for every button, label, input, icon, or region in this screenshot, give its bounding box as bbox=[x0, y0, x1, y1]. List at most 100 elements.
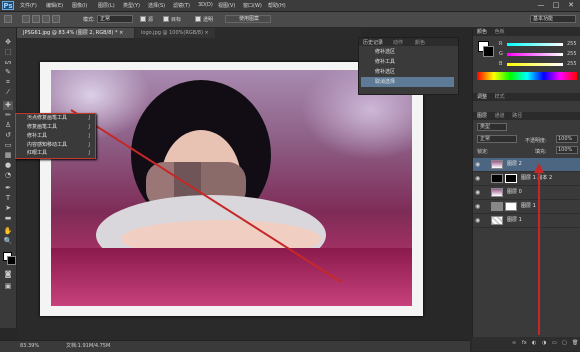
crop-tool-icon[interactable]: ⌗ bbox=[3, 78, 13, 87]
menu-layer[interactable]: 图层(L) bbox=[98, 2, 115, 9]
path-select-tool-icon[interactable]: ➤ bbox=[3, 204, 13, 213]
tab-channels[interactable]: 通道 bbox=[489, 113, 505, 119]
brush-tool-icon[interactable]: ✏ bbox=[3, 111, 13, 120]
history-item[interactable]: 修补工具 bbox=[361, 57, 454, 67]
layer-name[interactable]: 图层 2 bbox=[507, 158, 522, 171]
zoom-tool-icon[interactable]: 🔍 bbox=[3, 237, 13, 246]
visibility-eye-icon[interactable]: ◉ bbox=[475, 175, 482, 182]
visibility-eye-icon[interactable]: ◉ bbox=[475, 203, 482, 210]
history-item-selected[interactable]: 取消选择 bbox=[361, 77, 454, 87]
subtract-selection-icon[interactable] bbox=[42, 15, 50, 23]
tab-logo-document[interactable]: logo.jpg @ 100%(RGB/8) × bbox=[135, 28, 215, 38]
spot-healing-brush-item[interactable]: 污点修复画笔工具 J bbox=[19, 114, 93, 123]
clone-stamp-tool-icon[interactable]: ♙ bbox=[3, 121, 13, 130]
minimize-button[interactable]: — bbox=[534, 1, 548, 9]
gradient-tool-icon[interactable]: ▦ bbox=[3, 151, 13, 160]
menu-view[interactable]: 视图(V) bbox=[218, 2, 235, 9]
menu-file[interactable]: 文件(F) bbox=[20, 2, 37, 9]
visibility-eye-icon[interactable]: ◉ bbox=[475, 217, 482, 224]
tab-layers[interactable]: 图层 bbox=[473, 113, 487, 119]
tab-active-document[interactable]: JPSG61.jpg @ 83.4% (图层 2, RGB/8) * × bbox=[17, 28, 134, 38]
patch-tool-item[interactable]: 修补工具 J bbox=[19, 132, 93, 141]
menu-help[interactable]: 帮助(H) bbox=[268, 2, 286, 9]
menu-filter[interactable]: 滤镜(T) bbox=[173, 2, 190, 9]
screen-mode-icon[interactable]: ▣ bbox=[3, 282, 13, 291]
dest-radio[interactable] bbox=[163, 16, 169, 22]
shape-tool-icon[interactable]: ▬ bbox=[3, 214, 13, 223]
channel-g-slider[interactable] bbox=[507, 53, 563, 56]
layer-row[interactable]: ◉ 图层 1 bbox=[473, 214, 580, 228]
menu-select[interactable]: 选择(S) bbox=[148, 2, 165, 9]
channel-b-value[interactable]: 255 bbox=[567, 61, 577, 67]
photo-image[interactable] bbox=[51, 70, 412, 306]
menu-edit[interactable]: 编辑(E) bbox=[46, 2, 63, 9]
history-brush-tool-icon[interactable]: ↺ bbox=[3, 131, 13, 140]
history-item[interactable]: 修补选区 bbox=[361, 47, 454, 57]
hand-tool-icon[interactable]: ✋ bbox=[3, 227, 13, 236]
intersect-selection-icon[interactable] bbox=[52, 15, 60, 23]
folder-icon[interactable]: ▭ bbox=[552, 340, 557, 346]
color-spectrum-bar[interactable] bbox=[477, 72, 577, 80]
move-tool-icon[interactable]: ✥ bbox=[3, 38, 13, 47]
channel-r-value[interactable]: 255 bbox=[567, 41, 577, 47]
menu-type[interactable]: 类型(Y) bbox=[123, 2, 140, 9]
source-radio[interactable] bbox=[140, 16, 146, 22]
link-icon[interactable]: ∞ bbox=[512, 340, 516, 346]
tab-actions[interactable]: 动作 bbox=[393, 39, 403, 46]
use-pattern-button[interactable]: 使用图案 bbox=[225, 15, 271, 23]
blend-mode-select[interactable]: 正常 bbox=[477, 135, 517, 143]
dodge-tool-icon[interactable]: ◔ bbox=[3, 171, 13, 180]
adjustment-icon[interactable]: ◑ bbox=[542, 340, 546, 346]
layer-filter-select[interactable]: 类型 bbox=[477, 123, 507, 131]
layer-row-selected[interactable]: ◉ 图层 2 bbox=[473, 158, 580, 172]
tool-preset-icon[interactable] bbox=[4, 15, 12, 23]
layer-row[interactable]: ◉ 图层 1 bbox=[473, 200, 580, 214]
type-tool-icon[interactable]: T bbox=[3, 194, 13, 203]
red-eye-item[interactable]: 红眼工具 J bbox=[19, 149, 93, 158]
add-selection-icon[interactable] bbox=[32, 15, 40, 23]
quick-select-tool-icon[interactable]: ✎ bbox=[3, 68, 13, 77]
visibility-eye-icon[interactable]: ◉ bbox=[475, 161, 482, 168]
close-button[interactable]: ✕ bbox=[564, 1, 578, 9]
zoom-level[interactable]: 83.39% bbox=[20, 341, 39, 352]
transparent-checkbox[interactable] bbox=[195, 16, 201, 22]
maximize-button[interactable]: □ bbox=[549, 1, 563, 9]
workspace-select[interactable]: 基本功能 bbox=[530, 15, 576, 23]
eraser-tool-icon[interactable]: ▭ bbox=[3, 141, 13, 150]
tab-swatches[interactable]: 色板 bbox=[489, 29, 505, 35]
channel-b-slider[interactable] bbox=[507, 63, 563, 66]
healing-brush-tool-icon[interactable]: ✚ bbox=[3, 101, 13, 110]
opacity-input[interactable]: 100% bbox=[556, 135, 578, 143]
mode-select[interactable]: 正常 bbox=[97, 15, 133, 23]
layer-row[interactable]: ◉ 图层 0 bbox=[473, 186, 580, 200]
menu-window[interactable]: 窗口(W) bbox=[243, 2, 262, 9]
tab-history[interactable]: 历史记录 bbox=[363, 39, 383, 46]
channel-r-slider[interactable] bbox=[507, 43, 563, 46]
fill-input[interactable]: 100% bbox=[556, 146, 578, 154]
fx-icon[interactable]: fx bbox=[522, 340, 527, 346]
tab-adjustments[interactable]: 调整 bbox=[473, 94, 487, 100]
marquee-tool-icon[interactable]: ⬚ bbox=[3, 48, 13, 57]
lasso-tool-icon[interactable]: ᔕ bbox=[3, 58, 13, 67]
color-background-swatch[interactable] bbox=[483, 46, 494, 57]
pen-tool-icon[interactable]: ✒ bbox=[3, 184, 13, 193]
history-item[interactable]: 修补选区 bbox=[361, 67, 454, 77]
new-layer-icon[interactable]: ▢ bbox=[562, 340, 567, 346]
close-tab-icon[interactable]: × bbox=[205, 30, 209, 36]
healing-brush-item[interactable]: 修复画笔工具 J bbox=[19, 123, 93, 132]
channel-g-value[interactable]: 255 bbox=[567, 51, 577, 57]
blur-tool-icon[interactable]: ● bbox=[3, 161, 13, 170]
menu-image[interactable]: 图像(I) bbox=[72, 2, 87, 9]
eyedropper-tool-icon[interactable]: ⁄ bbox=[3, 88, 13, 97]
trash-icon[interactable]: 🗑 bbox=[572, 340, 578, 346]
visibility-eye-icon[interactable]: ◉ bbox=[475, 189, 482, 196]
layer-row[interactable]: ◉ 图层 1 副本 2 bbox=[473, 172, 580, 186]
tab-styles[interactable]: 样式 bbox=[489, 94, 505, 100]
tab-color[interactable]: 颜色 bbox=[473, 29, 487, 35]
layer-name[interactable]: 图层 0 bbox=[507, 186, 522, 199]
background-color-swatch[interactable] bbox=[7, 256, 16, 265]
quick-mask-icon[interactable]: ◙ bbox=[3, 270, 13, 279]
menu-3d[interactable]: 3D(D) bbox=[198, 2, 213, 8]
tab-paths[interactable]: 路径 bbox=[506, 113, 522, 119]
layer-name[interactable]: 图层 1 bbox=[507, 214, 522, 227]
